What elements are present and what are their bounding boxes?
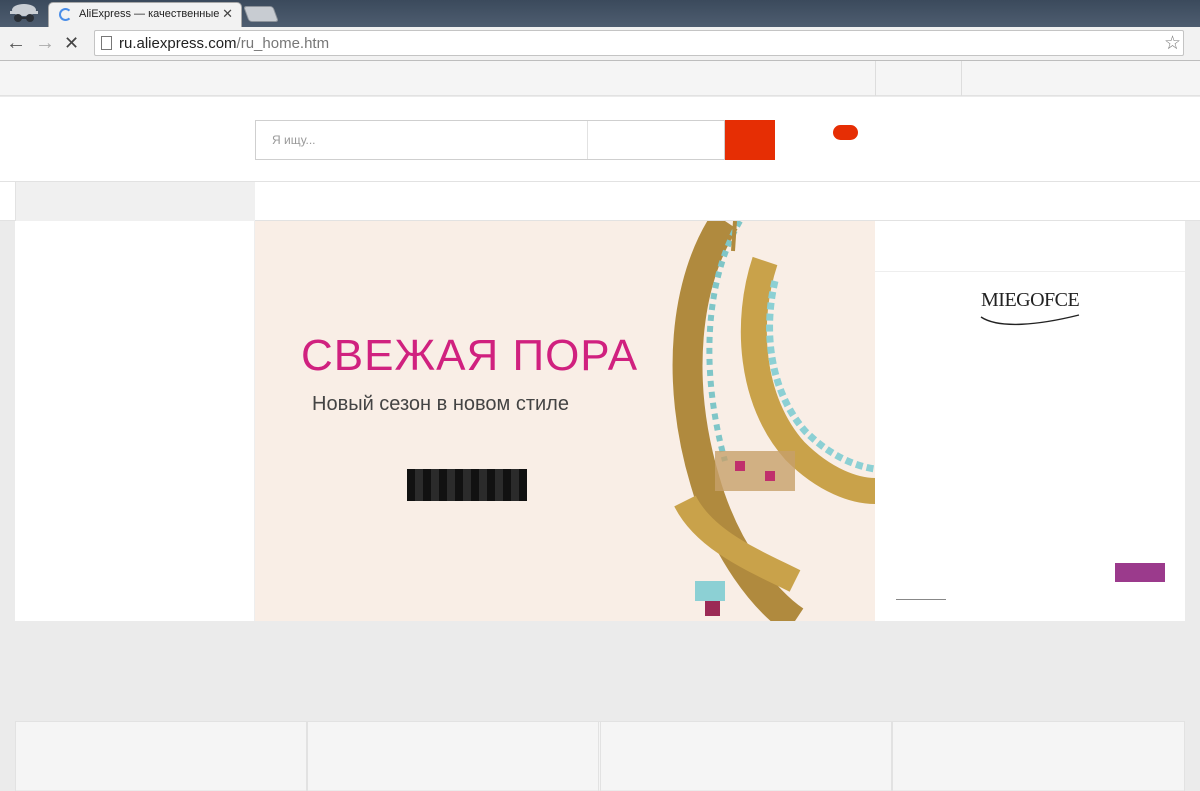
featured-card[interactable] <box>15 722 307 791</box>
search-button[interactable] <box>725 120 775 160</box>
cart-count-badge[interactable] <box>833 125 858 140</box>
url-text[interactable]: ru.aliexpress.com/ru_home.htm <box>119 35 329 52</box>
browser-tab-strip: AliExpress — качественные ✕ <box>0 0 1200 27</box>
main-content: СВЕЖАЯ ПОРА Новый сезон в новом стиле MI… <box>15 221 1185 621</box>
categories-list <box>15 221 255 621</box>
site-header <box>0 97 1200 182</box>
featured-card[interactable] <box>892 722 1185 791</box>
browser-tab-active[interactable]: AliExpress — качественные ✕ <box>48 2 242 27</box>
logo-swash-icon <box>980 314 1080 326</box>
banner-subtitle: Новый сезон в новом стиле <box>312 393 569 415</box>
featured-cards-row <box>15 721 1185 791</box>
search-category-select[interactable] <box>587 121 725 159</box>
divider <box>875 61 876 96</box>
divider <box>961 61 962 96</box>
stop-loading-icon[interactable]: ✕ <box>64 33 79 54</box>
top-utility-bar <box>0 61 1200 96</box>
necklace-image <box>672 221 875 621</box>
promo-link[interactable] <box>896 599 946 600</box>
banner-headline: СВЕЖАЯ ПОРА <box>301 331 639 380</box>
search-box <box>255 120 725 160</box>
search-input[interactable] <box>256 121 586 159</box>
hero-banner[interactable]: СВЕЖАЯ ПОРА Новый сезон в новом стиле <box>255 221 875 621</box>
incognito-icon <box>10 4 38 22</box>
forward-arrow-icon[interactable]: → <box>35 32 55 55</box>
back-arrow-icon[interactable]: ← <box>6 32 26 55</box>
promo-sidebar: MIEGOFCE <box>875 221 1185 621</box>
promo-button[interactable] <box>1115 563 1165 582</box>
page-icon <box>101 36 112 50</box>
url-host: ru.aliexpress.com <box>119 35 237 52</box>
divider <box>875 271 1185 272</box>
new-tab-button[interactable] <box>243 6 279 22</box>
web-page: СВЕЖАЯ ПОРА Новый сезон в новом стиле MI… <box>0 61 1200 791</box>
address-bar[interactable]: ru.aliexpress.com/ru_home.htm ☆ <box>94 30 1184 56</box>
banner-cta-button[interactable] <box>407 469 527 501</box>
tab-title: AliExpress — качественные <box>79 8 219 20</box>
tab-close-icon[interactable]: ✕ <box>222 6 233 22</box>
featured-card[interactable] <box>307 722 599 791</box>
bookmark-star-icon[interactable]: ☆ <box>1164 32 1181 55</box>
loading-spinner-icon <box>59 8 72 21</box>
categories-menu-header[interactable] <box>15 182 255 221</box>
navigation-row <box>0 182 1200 221</box>
featured-card[interactable] <box>600 722 892 791</box>
browser-toolbar: ← → ✕ ru.aliexpress.com/ru_home.htm ☆ <box>0 27 1200 61</box>
url-path: /ru_home.htm <box>236 35 330 52</box>
